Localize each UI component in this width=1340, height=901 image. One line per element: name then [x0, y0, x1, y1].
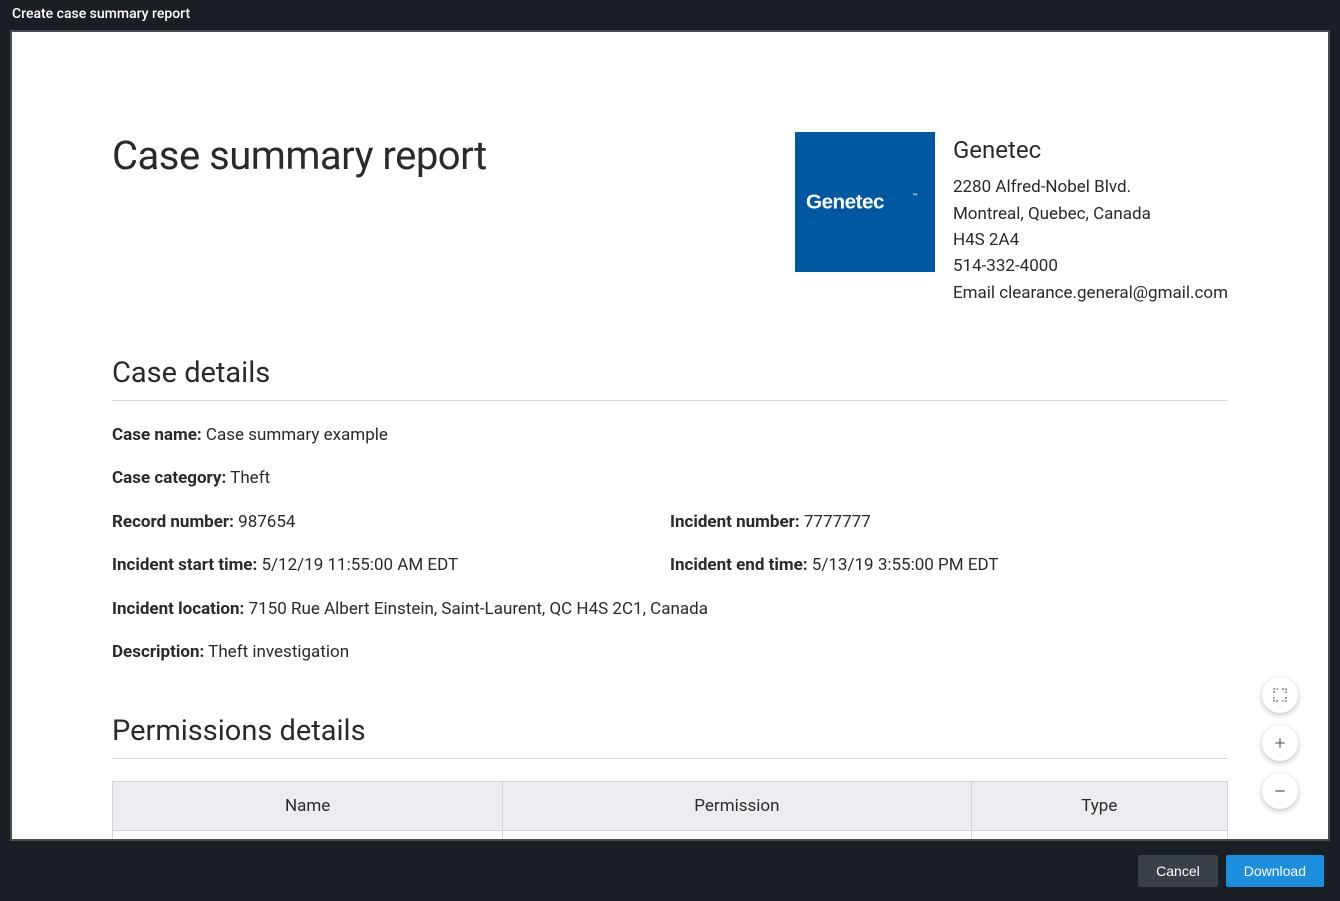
record-number-value: 987654	[238, 512, 295, 532]
company-address-line1: 2280 Alfred-Nobel Blvd.	[953, 174, 1228, 200]
divider	[112, 400, 1228, 401]
dialog-title: Create case summary report	[0, 0, 1340, 30]
perm-permission-value: Write, Read, Modify, Download	[503, 830, 971, 839]
incident-number-label: Incident number:	[670, 512, 800, 532]
description-value: Theft investigation	[208, 642, 349, 662]
viewer-controls	[1262, 677, 1298, 809]
fit-icon	[1272, 687, 1288, 703]
svg-text:Genetec: Genetec	[806, 190, 884, 213]
incident-start-value: 5/12/19 11:55:00 AM EDT	[261, 555, 458, 575]
incident-location-label: Incident location:	[112, 599, 244, 619]
minus-icon	[1272, 783, 1288, 799]
download-button[interactable]: Download	[1226, 855, 1324, 887]
fit-to-page-button[interactable]	[1262, 677, 1298, 713]
company-phone: 514-332-4000	[953, 253, 1228, 279]
plus-icon	[1272, 735, 1288, 751]
divider	[112, 758, 1228, 759]
perm-header-permission: Permission	[503, 781, 971, 830]
company-postal: H4S 2A4	[953, 227, 1228, 253]
table-row: xxxxxx xxxxxx@genetec.com Write, Read, M…	[113, 830, 1228, 839]
incident-location-value: 7150 Rue Albert Einstein, Saint-Laurent,…	[249, 599, 708, 619]
company-block: Genetec ™ Genetec 2280 Alfred-Nobel Blvd…	[795, 132, 1228, 306]
record-number-label: Record number:	[112, 512, 234, 532]
incident-end-value: 5/13/19 3:55:00 PM EDT	[812, 555, 999, 575]
dialog-footer: Cancel Download	[0, 841, 1340, 901]
perm-type-value: Regular user	[971, 830, 1227, 839]
company-logo: Genetec ™	[795, 132, 935, 272]
report-viewer: Case summary report Genetec ™ Genetec 22…	[10, 30, 1330, 841]
incident-start-label: Incident start time:	[112, 555, 257, 575]
case-details: Case name: Case summary example Case cat…	[112, 423, 1228, 666]
company-email: Email clearance.general@gmail.com	[953, 280, 1228, 306]
incident-number-value: 7777777	[804, 512, 871, 532]
case-details-heading: Case details	[112, 356, 1228, 390]
zoom-in-button[interactable]	[1262, 725, 1298, 761]
permissions-table: Name Permission Type xxxxxx xxxxxx@genet…	[112, 781, 1228, 839]
case-name-label: Case name:	[112, 425, 202, 445]
case-category-label: Case category:	[112, 468, 226, 488]
company-name: Genetec	[953, 132, 1228, 169]
company-address-line2: Montreal, Quebec, Canada	[953, 201, 1228, 227]
report-page: Case summary report Genetec ™ Genetec 22…	[12, 32, 1328, 839]
perm-header-name: Name	[113, 781, 503, 830]
case-category-value: Theft	[230, 468, 270, 488]
incident-end-label: Incident end time:	[670, 555, 808, 575]
perm-header-type: Type	[971, 781, 1227, 830]
permissions-heading: Permissions details	[112, 714, 1228, 748]
cancel-button[interactable]: Cancel	[1138, 855, 1218, 887]
zoom-out-button[interactable]	[1262, 773, 1298, 809]
page-scroll-area[interactable]: Case summary report Genetec ™ Genetec 22…	[12, 32, 1328, 839]
case-name-value: Case summary example	[206, 425, 388, 445]
report-title: Case summary report	[112, 132, 487, 179]
svg-text:™: ™	[912, 193, 917, 199]
description-label: Description:	[112, 642, 204, 662]
